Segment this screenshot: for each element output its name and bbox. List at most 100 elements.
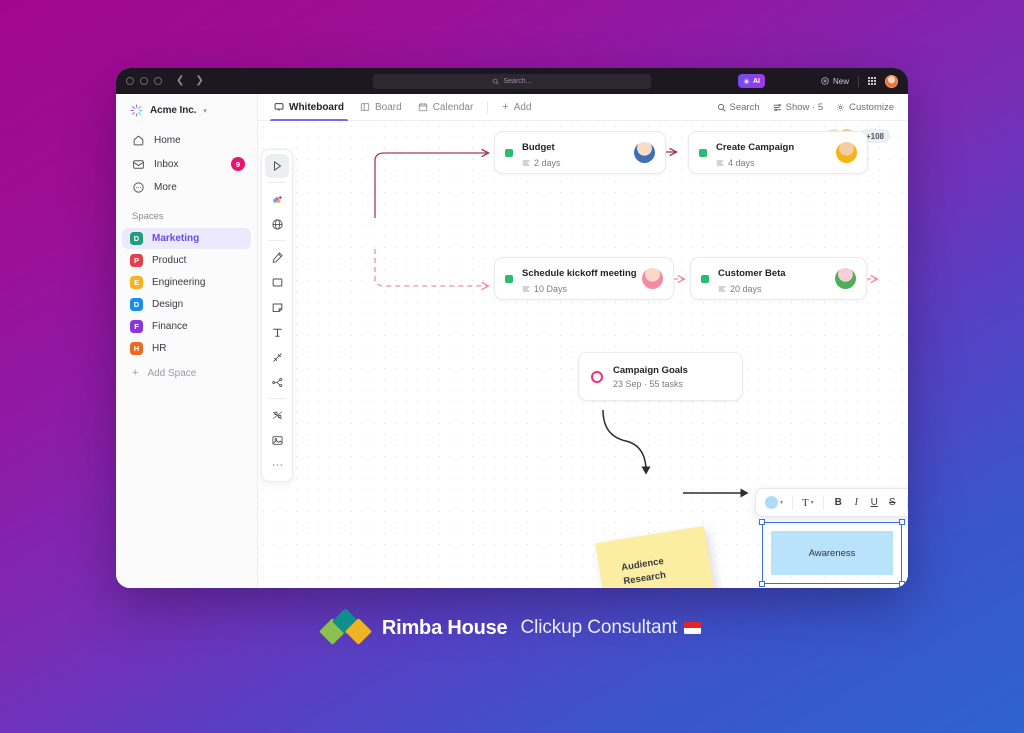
app-window: ❮ ❯ Search... AI New Acme Inc. ▾ Home In…	[116, 68, 908, 588]
minimize-window-button[interactable]	[140, 77, 148, 85]
brand-name: Rimba House	[381, 616, 508, 639]
new-button[interactable]: New	[821, 77, 849, 86]
resize-handle-bl[interactable]	[759, 581, 765, 587]
task-duration: 10 Days	[534, 284, 568, 294]
task-title: Create Campaign	[716, 142, 795, 153]
resize-handle-tl[interactable]	[759, 519, 765, 525]
show-filter-button[interactable]: Show · 5	[773, 102, 823, 113]
resize-handle-br[interactable]	[899, 581, 905, 587]
chevron-left-icon[interactable]: ❮	[176, 76, 184, 86]
task-duration-row: 4 days	[716, 158, 836, 168]
board-icon	[360, 103, 370, 111]
resize-handle-tr[interactable]	[899, 519, 905, 525]
pen-tool[interactable]	[265, 245, 289, 269]
goal-ring-icon	[591, 370, 603, 383]
space-label: HR	[152, 343, 167, 354]
tool-palette[interactable]	[261, 149, 293, 482]
sidebar-item-finance[interactable]: F Finance	[122, 316, 251, 337]
task-card-create-campaign[interactable]: Create Campaign 4 days	[688, 131, 868, 174]
sidebar-item-design[interactable]: D Design	[122, 294, 251, 315]
avatar-customer-beta[interactable]	[835, 268, 856, 289]
close-window-button[interactable]	[126, 77, 134, 85]
avatar-kickoff[interactable]	[642, 268, 663, 289]
task-title: Customer Beta	[718, 268, 786, 279]
window-nav-arrows[interactable]: ❮ ❯	[176, 76, 204, 86]
tab-label: Add	[513, 101, 532, 113]
ai-tool[interactable]	[265, 187, 289, 211]
sidebar-item-label: Inbox	[154, 158, 179, 170]
task-duration: 4 days	[728, 158, 755, 168]
add-space-button[interactable]: + Add Space	[116, 360, 257, 380]
bold-button[interactable]: B	[831, 493, 846, 513]
sidebar-item-engineering[interactable]: E Engineering	[122, 272, 251, 293]
globe-tool[interactable]	[265, 212, 289, 236]
space-label: Design	[152, 299, 184, 310]
window-traffic-lights[interactable]	[126, 77, 162, 85]
customize-button[interactable]: Customize	[836, 102, 894, 113]
status-square	[505, 274, 513, 283]
text-tool[interactable]	[265, 320, 289, 344]
sidebar-item-hr[interactable]: H HR	[122, 338, 251, 359]
tab-add[interactable]: + Add	[494, 94, 539, 121]
sticky-note-audience-research[interactable]: Audience Research	[595, 526, 721, 588]
template-tool[interactable]	[265, 403, 289, 427]
tab-board[interactable]: Board	[352, 94, 410, 121]
avatar-budget[interactable]	[634, 142, 655, 163]
chevron-down-icon: ▾	[810, 500, 814, 506]
whiteboard-canvas[interactable]: +108 Campaign Goals 23 Sep · 55 tasks Bu…	[258, 121, 908, 588]
grid-apps-icon[interactable]	[868, 77, 876, 85]
tab-whiteboard[interactable]: Whiteboard	[266, 94, 352, 121]
font-size-label: T	[802, 496, 809, 509]
rectangle-tool[interactable]	[265, 270, 289, 294]
sidebar-item-more[interactable]: More	[116, 176, 257, 199]
mindmap-tool[interactable]	[265, 370, 289, 394]
strikethrough-button[interactable]: S	[885, 493, 900, 513]
task-card-schedule-kickoff[interactable]: Schedule kickoff meeting 10 Days	[494, 257, 674, 300]
text-color-swatch[interactable]: ▾	[763, 493, 785, 513]
chevron-right-icon[interactable]: ❯	[195, 76, 203, 86]
tab-calendar[interactable]: Calendar	[410, 94, 482, 121]
goal-card-meta: 23 Sep · 55 tasks	[613, 378, 684, 389]
avatar-create-campaign[interactable]	[836, 142, 857, 163]
more-tools[interactable]	[265, 453, 289, 477]
sidebar-item-inbox[interactable]: Inbox 9	[116, 152, 257, 176]
italic-button[interactable]: I	[849, 493, 864, 513]
connector-tool[interactable]	[265, 345, 289, 369]
sidebar-item-marketing[interactable]: D Marketing	[122, 228, 251, 249]
user-avatar[interactable]	[885, 74, 898, 88]
spaces-section-label: Spaces	[132, 211, 164, 222]
search-view-button[interactable]: Search	[717, 102, 760, 113]
sidebar-item-home[interactable]: Home	[116, 129, 257, 152]
select-tool[interactable]	[265, 154, 289, 178]
task-card-budget[interactable]: Budget 2 days	[494, 131, 666, 174]
maximize-window-button[interactable]	[154, 77, 162, 85]
inbox-badge: 9	[231, 157, 245, 171]
font-size-button[interactable]: T ▾	[800, 493, 816, 513]
task-card-customer-beta[interactable]: Customer Beta 20 days	[690, 257, 867, 300]
brand-tagline: Clickup Consultant	[520, 617, 678, 638]
shape-awareness[interactable]: Awareness	[771, 531, 893, 575]
ai-button[interactable]: AI	[738, 74, 765, 88]
home-icon	[132, 134, 145, 147]
underline-button[interactable]: U	[867, 493, 882, 513]
workspace-switcher[interactable]: Acme Inc. ▾	[116, 104, 257, 129]
text-format-toolbar[interactable]: ▾ T ▾ B I U S A ▾	[755, 488, 908, 517]
image-tool[interactable]	[265, 428, 289, 452]
space-label: Engineering	[152, 277, 206, 288]
task-duration: 20 days	[730, 284, 762, 294]
gear-icon	[837, 103, 845, 111]
goal-card-title: Campaign Goals	[613, 364, 688, 376]
sidebar-item-product[interactable]: P Product	[122, 250, 251, 271]
status-square	[701, 274, 709, 283]
view-actions: Search Show · 5 Customize	[717, 102, 894, 113]
status-square	[699, 148, 707, 157]
sticky-note-tool[interactable]	[265, 295, 289, 319]
search-icon	[493, 78, 499, 84]
task-title: Budget	[522, 142, 555, 153]
space-avatar-engineering: E	[130, 276, 143, 289]
space-avatar-product: P	[130, 254, 143, 267]
task-title: Schedule kickoff meeting	[522, 268, 637, 279]
global-search-input[interactable]: Search...	[373, 73, 651, 89]
workspace-name: Acme Inc.	[150, 105, 197, 116]
campaign-goals-card[interactable]: Campaign Goals 23 Sep · 55 tasks	[578, 352, 743, 401]
